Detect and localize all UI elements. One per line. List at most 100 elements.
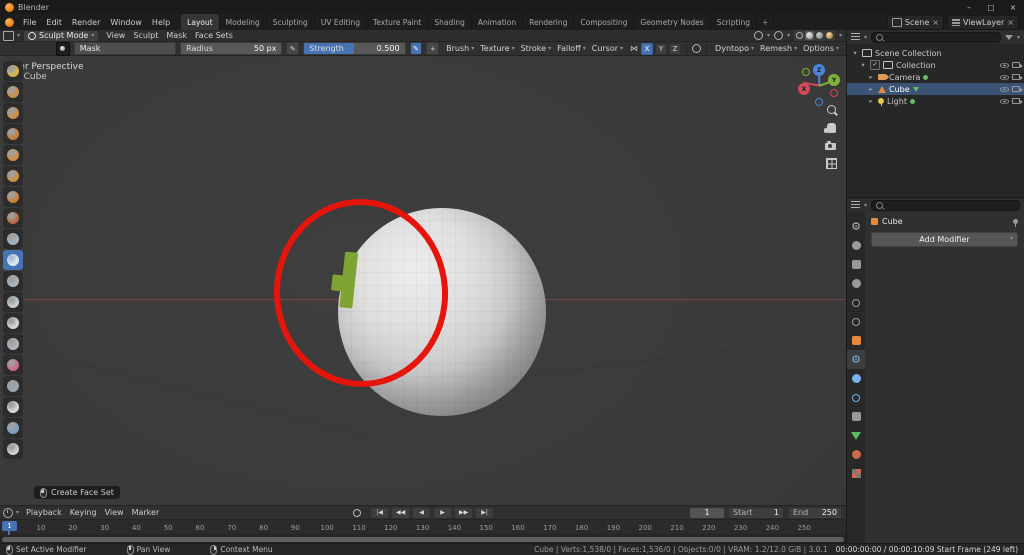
scrollbar-thumb[interactable] (2, 537, 844, 542)
viewlayer-selector[interactable]: ViewLayer × (947, 15, 1019, 30)
tool-layer[interactable] (3, 145, 23, 165)
viewport-menu-sculpt[interactable]: Sculpt (129, 31, 162, 40)
disable-in-renders-toggle[interactable] (1012, 74, 1020, 80)
gizmo-y-axis[interactable]: Y (828, 74, 840, 86)
properties-tab-object-data[interactable] (847, 426, 865, 445)
tool-snake-hook[interactable] (3, 334, 23, 354)
viewport-menu-face-sets[interactable]: Face Sets (191, 31, 237, 40)
mode-selector[interactable]: Sculpt Mode (23, 30, 99, 42)
menu-help[interactable]: Help (147, 18, 175, 27)
tool-clay[interactable] (3, 103, 23, 123)
start-frame-field[interactable]: Start 1 (728, 507, 784, 519)
menu-window[interactable]: Window (105, 18, 147, 27)
add-modifier-button[interactable]: Add Modifier (871, 232, 1018, 247)
properties-tab-physics[interactable] (847, 388, 865, 407)
blender-menu-icon[interactable] (5, 18, 14, 27)
tool-pose[interactable] (3, 376, 23, 396)
disable-in-renders-toggle[interactable] (1012, 98, 1020, 104)
menu-file[interactable]: File (18, 18, 41, 27)
tool-clay-strips[interactable] (3, 124, 23, 144)
tool-thumb[interactable] (3, 355, 23, 375)
gizmo-y-negative[interactable] (802, 68, 810, 76)
add-brush-button[interactable]: + (426, 42, 439, 55)
pin-icon[interactable] (1013, 219, 1018, 224)
tool-blob[interactable] (3, 187, 23, 207)
remesh-popover[interactable]: Remesh (757, 44, 800, 53)
expand-icon[interactable]: ▸ (867, 85, 875, 93)
scene-selector[interactable]: Scene × (887, 15, 944, 30)
workspace-tab-texture-paint[interactable]: Texture Paint (367, 14, 428, 30)
expand-icon[interactable]: ▸ (867, 97, 875, 105)
tool-draw-sharp[interactable] (3, 82, 23, 102)
close-button[interactable]: × (1002, 3, 1024, 12)
tool-annotate[interactable] (3, 439, 23, 459)
gizmo-z-negative[interactable] (815, 98, 823, 106)
workspace-tab-modeling[interactable]: Modeling (220, 14, 267, 30)
outliner-row-collection[interactable]: ▾✓Collection (847, 59, 1024, 71)
tool-smooth[interactable] (3, 229, 23, 249)
strength-pressure-toggle[interactable]: ✎ (410, 42, 423, 55)
orthographic-toggle-icon[interactable] (824, 156, 838, 170)
shading-solid-button[interactable] (805, 31, 814, 40)
viewport-menu-view[interactable]: View (102, 31, 129, 40)
end-frame-field[interactable]: End 250 (788, 507, 842, 519)
viewport-menu-mask[interactable]: Mask (162, 31, 191, 40)
gizmo-z-axis[interactable]: Z (813, 64, 825, 76)
properties-tab-view-layer[interactable] (847, 274, 865, 293)
properties-tab-render[interactable] (847, 236, 865, 255)
workspace-tab-shading[interactable]: Shading (428, 14, 471, 30)
outliner-row-camera[interactable]: ▸Camera (847, 71, 1024, 83)
tool-inflate[interactable] (3, 166, 23, 186)
tool-crease[interactable] (3, 208, 23, 228)
cursor-popover[interactable]: Cursor (589, 44, 626, 53)
minimize-button[interactable]: – (958, 3, 980, 12)
tool-grab[interactable] (3, 292, 23, 312)
hide-in-viewport-toggle[interactable] (1000, 63, 1009, 68)
timeline-menu-marker[interactable]: Marker (128, 508, 164, 517)
outliner-row-light[interactable]: ▸Light (847, 95, 1024, 107)
symmetry-x-toggle[interactable]: X (641, 43, 653, 55)
workspace-tab-compositing[interactable]: Compositing (574, 14, 634, 30)
gizmo-x-negative[interactable] (830, 89, 838, 97)
shading-rendered-button[interactable] (825, 31, 834, 40)
current-frame-field[interactable]: 1 (690, 508, 724, 518)
jump-to-start-button[interactable]: |◀ (370, 507, 389, 519)
symmetry-z-toggle[interactable]: Z (669, 43, 681, 55)
editor-type-icon[interactable] (3, 31, 14, 41)
maximize-button[interactable]: □ (980, 3, 1002, 12)
properties-tab-particles[interactable] (847, 369, 865, 388)
gizmos-toggle-icon[interactable] (754, 31, 763, 40)
timeline-menu-view[interactable]: View (101, 508, 128, 517)
tool-elastic-deform[interactable] (3, 313, 23, 333)
expand-icon[interactable]: ▸ (867, 73, 875, 81)
properties-tab-material[interactable] (847, 445, 865, 464)
strength-slider[interactable]: Strength 0.500 (303, 42, 405, 55)
dyntopo-popover[interactable]: Dyntopo (712, 44, 757, 53)
brush-popover[interactable]: Brush (443, 44, 477, 53)
next-keyframe-button[interactable]: ▶▶ (454, 507, 473, 519)
texture-popover[interactable]: Texture (477, 44, 517, 53)
properties-tab-constraints[interactable] (847, 407, 865, 426)
disable-in-renders-toggle[interactable] (1012, 86, 1020, 92)
workspace-tab-layout[interactable]: Layout (181, 14, 220, 30)
properties-tab-tool[interactable]: ⚙ (847, 217, 865, 236)
remove-viewlayer-icon[interactable]: × (1007, 18, 1014, 27)
tool-nudge[interactable] (3, 397, 23, 417)
filter-icon[interactable] (1005, 35, 1013, 40)
frame-ruler[interactable]: 1 10203040506070809010011012013014015016… (0, 519, 846, 534)
properties-tab-world[interactable] (847, 312, 865, 331)
camera-view-icon[interactable] (823, 139, 837, 153)
workspace-tab-animation[interactable]: Animation (472, 14, 523, 30)
timeline-menu-keying[interactable]: Keying (66, 508, 101, 517)
collection-checkbox[interactable]: ✓ (870, 60, 880, 70)
properties-search-input[interactable] (871, 200, 1020, 211)
radius-pressure-toggle[interactable]: ✎ (286, 42, 299, 55)
workspace-tab-uv-editing[interactable]: UV Editing (315, 14, 367, 30)
brush-name-field[interactable]: Mask (74, 42, 176, 55)
workspace-tab-scripting[interactable]: Scripting (711, 14, 757, 30)
tool-draw-face-sets[interactable] (3, 271, 23, 291)
outliner-editor-icon[interactable] (851, 33, 860, 41)
brush-preview[interactable] (56, 42, 70, 56)
play-reverse-button[interactable]: ◀ (412, 507, 431, 519)
tool-rotate[interactable] (3, 418, 23, 438)
